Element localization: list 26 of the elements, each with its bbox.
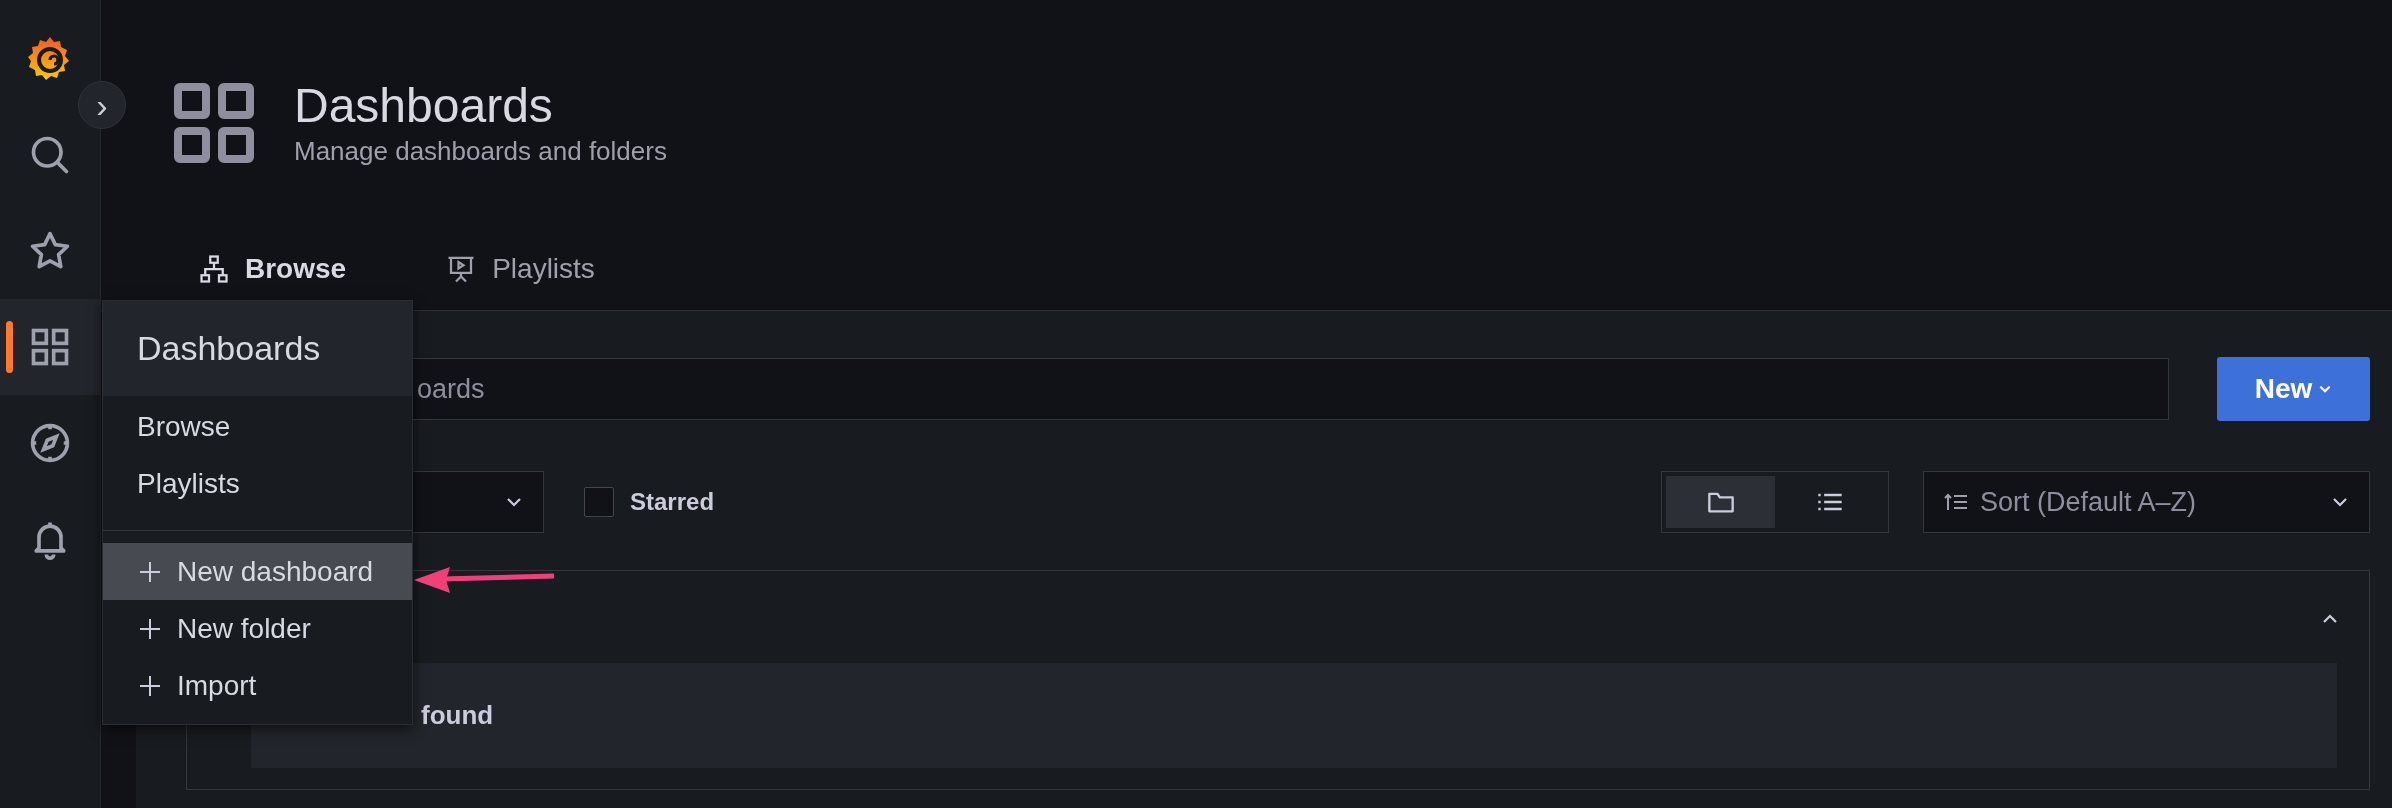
caret-icon [2321,612,2339,625]
menu-title: Dashboards [103,301,412,396]
menu-item[interactable]: Import [103,657,412,714]
list-icon [1815,491,1844,513]
empty-text: found [421,700,494,731]
view-toggle-button[interactable] [1666,476,1775,528]
checkbox[interactable] [584,487,614,517]
active-indicator [6,321,13,373]
compass-icon[interactable] [28,421,72,465]
sidebar-item[interactable] [0,299,100,395]
menu-item[interactable]: New dashboard [103,543,412,600]
presentation-icon [446,254,477,284]
sort-dropdown[interactable]: Sort (Default A–Z) [1923,471,2370,533]
page-subtitle: Manage dashboards and folders [294,136,667,167]
page-title: Dashboards [294,78,554,134]
dashboards-icon [174,82,254,163]
plus-icon [139,560,161,583]
plus-icon [139,617,161,640]
sitemap-icon [199,254,229,284]
menu-item[interactable]: New folder [103,600,412,657]
starred-checkbox[interactable]: Starred [578,486,721,518]
tab[interactable]: Playlists [416,253,625,310]
sort-icon [1944,492,1968,512]
menu-item[interactable]: Playlists [103,455,412,512]
new-button[interactable]: New [2217,357,2370,421]
plus-icon [139,674,161,697]
